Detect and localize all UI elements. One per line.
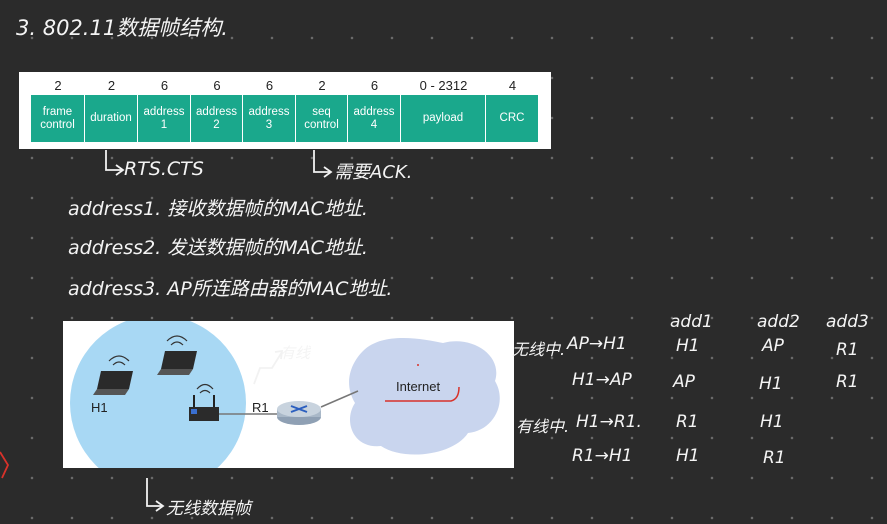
table-cell: R1 <box>836 372 859 392</box>
table-cell: R1 <box>836 340 859 360</box>
table-header-add3: add3 <box>826 312 869 332</box>
router-icon <box>277 401 321 425</box>
table-cell: H1 <box>759 374 783 394</box>
table-cell: R1 <box>676 412 699 432</box>
address3-note: address3. AP所连路由器的MAC地址. <box>68 278 393 300</box>
table-row-direction: R1→H1 <box>572 446 633 466</box>
seq-control-note: 需要ACK. <box>334 162 413 183</box>
address2-note: address2. 发送数据帧的MAC地址. <box>68 237 368 259</box>
table-cell: AP <box>673 372 695 392</box>
table-header-add2: add2 <box>757 312 800 332</box>
wireless-frame-note: 无线数据帧 <box>166 499 251 519</box>
table-cell: H1 <box>676 336 700 356</box>
group-wireless-label: 无线中. <box>512 340 566 359</box>
address1-note: address1. 接收数据帧的MAC地址. <box>68 198 368 220</box>
table-row-direction: H1→R1. <box>576 412 642 432</box>
table-cell: H1 <box>676 446 700 466</box>
internet-cloud-shape <box>349 338 500 455</box>
internet-label: Internet <box>396 379 441 394</box>
table-cell: AP <box>762 336 784 356</box>
table-cell: H1 <box>760 412 784 432</box>
duration-note: RTS.CTS <box>124 158 204 180</box>
group-wired-label: 有线中. <box>516 417 570 436</box>
table-row-direction: AP→H1 <box>567 334 627 354</box>
wired-note: 有线 <box>280 344 311 362</box>
router-r1-label: R1 <box>252 400 269 415</box>
table-header-add1: add1 <box>670 312 713 332</box>
table-cell: R1 <box>763 448 786 468</box>
table-row-direction: H1→AP <box>572 370 632 390</box>
host-h1-label: H1 <box>91 400 108 415</box>
